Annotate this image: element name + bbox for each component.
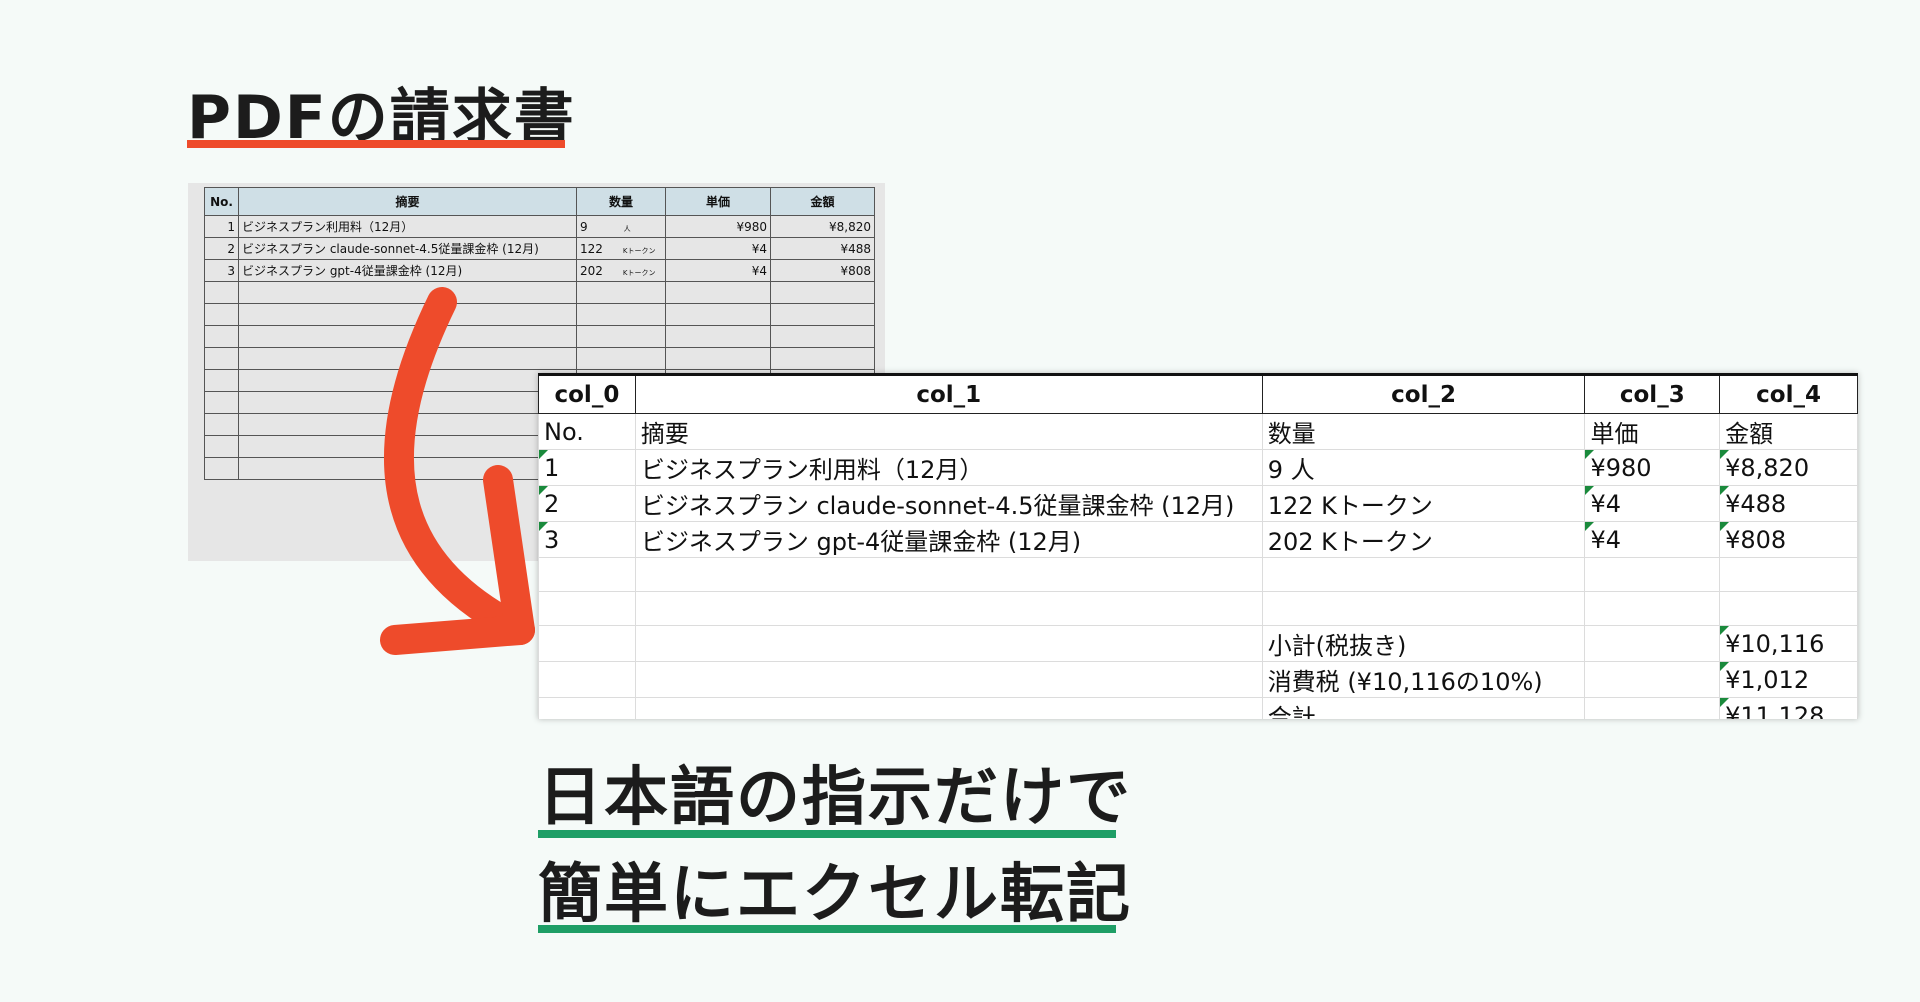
column-header[interactable]: col_2 xyxy=(1261,373,1586,414)
excel-cell[interactable]: 9 人 xyxy=(1261,449,1586,486)
slide: PDFの請求書 No. 摘要 数量 単価 金額 1 ビジネスプラン利用料（12月… xyxy=(0,0,1920,1002)
excel-cell[interactable]: 消費税 (¥10,116の10%) xyxy=(1261,661,1586,698)
excel-cell[interactable] xyxy=(538,625,636,662)
excel-row: 消費税 (¥10,116の10%) ¥1,012 xyxy=(538,661,1858,698)
column-header[interactable]: col_1 xyxy=(634,373,1263,414)
excel-cell[interactable]: ビジネスプラン claude-sonnet-4.5従量課金枠 (12月) xyxy=(634,485,1263,522)
excel-cell[interactable] xyxy=(634,625,1263,662)
excel-cell[interactable]: ¥11,128 xyxy=(1719,697,1858,719)
excel-cell[interactable]: 摘要 xyxy=(634,413,1263,450)
excel-cell[interactable] xyxy=(1719,557,1858,592)
excel-row: 小計(税抜き) ¥10,116 xyxy=(538,625,1858,662)
excel-cell[interactable]: 合計 xyxy=(1261,697,1586,719)
excel-row: 合計 ¥11,128 xyxy=(538,697,1858,719)
tagline-underline-1 xyxy=(538,830,1116,838)
excel-row: No. 摘要 数量 単価 金額 xyxy=(538,413,1858,450)
excel-cell[interactable]: 小計(税抜き) xyxy=(1261,625,1586,662)
excel-cell[interactable] xyxy=(1719,591,1858,626)
tagline-line-2: 簡単にエクセル転記 xyxy=(538,858,1132,932)
excel-row xyxy=(538,591,1858,626)
excel-cell[interactable] xyxy=(634,557,1263,592)
excel-cell[interactable]: 1 xyxy=(538,449,636,486)
excel-cell[interactable] xyxy=(1584,591,1721,626)
excel-row: 1 ビジネスプラン利用料（12月） 9 人 ¥980 ¥8,820 xyxy=(538,449,1858,486)
excel-cell[interactable]: ¥4 xyxy=(1584,485,1721,522)
excel-cell[interactable] xyxy=(1584,661,1721,698)
excel-cell[interactable] xyxy=(1261,557,1586,592)
excel-cell[interactable]: ¥1,012 xyxy=(1719,661,1858,698)
excel-cell[interactable] xyxy=(1584,557,1721,592)
excel-cell[interactable] xyxy=(538,661,636,698)
excel-row xyxy=(538,557,1858,592)
excel-cell[interactable]: ¥8,820 xyxy=(1719,449,1858,486)
excel-table: col_0 col_1 col_2 col_3 col_4 No. 摘要 数量 … xyxy=(538,373,1858,719)
excel-cell[interactable] xyxy=(538,557,636,592)
excel-cell[interactable]: 3 xyxy=(538,521,636,558)
column-header[interactable]: col_0 xyxy=(538,373,636,414)
excel-row: 2 ビジネスプラン claude-sonnet-4.5従量課金枠 (12月) 1… xyxy=(538,485,1858,522)
excel-cell[interactable] xyxy=(1261,591,1586,626)
excel-cell[interactable]: ビジネスプラン利用料（12月） xyxy=(634,449,1263,486)
excel-cell[interactable]: 金額 xyxy=(1719,413,1858,450)
column-header[interactable]: col_3 xyxy=(1584,373,1721,414)
excel-cell[interactable] xyxy=(538,591,636,626)
excel-cell[interactable] xyxy=(1584,697,1721,719)
excel-cell[interactable] xyxy=(634,697,1263,719)
excel-row: 3 ビジネスプラン gpt-4従量課金枠 (12月) 202 Kトークン ¥4 … xyxy=(538,521,1858,558)
excel-cell[interactable]: ¥488 xyxy=(1719,485,1858,522)
excel-cell[interactable]: 数量 xyxy=(1261,413,1586,450)
excel-cell[interactable]: ¥808 xyxy=(1719,521,1858,558)
excel-cell[interactable]: 単価 xyxy=(1584,413,1721,450)
excel-cell[interactable] xyxy=(538,697,636,719)
excel-cell[interactable]: 202 Kトークン xyxy=(1261,521,1586,558)
excel-header-row: col_0 col_1 col_2 col_3 col_4 xyxy=(538,373,1858,414)
excel-cell[interactable]: ¥4 xyxy=(1584,521,1721,558)
tagline-underline-2 xyxy=(538,925,1116,933)
excel-cell[interactable] xyxy=(634,591,1263,626)
excel-cell[interactable] xyxy=(1584,625,1721,662)
column-header[interactable]: col_4 xyxy=(1719,373,1858,414)
tagline-line-1: 日本語の指示だけで xyxy=(538,761,1132,835)
excel-sheet: col_0 col_1 col_2 col_3 col_4 No. 摘要 数量 … xyxy=(538,373,1858,719)
excel-cell[interactable] xyxy=(634,661,1263,698)
excel-cell[interactable]: 122 Kトークン xyxy=(1261,485,1586,522)
excel-cell[interactable]: No. xyxy=(538,413,636,450)
excel-cell[interactable]: ¥10,116 xyxy=(1719,625,1858,662)
excel-cell[interactable]: 2 xyxy=(538,485,636,522)
excel-cell[interactable]: ¥980 xyxy=(1584,449,1721,486)
excel-cell[interactable]: ビジネスプラン gpt-4従量課金枠 (12月) xyxy=(634,521,1263,558)
